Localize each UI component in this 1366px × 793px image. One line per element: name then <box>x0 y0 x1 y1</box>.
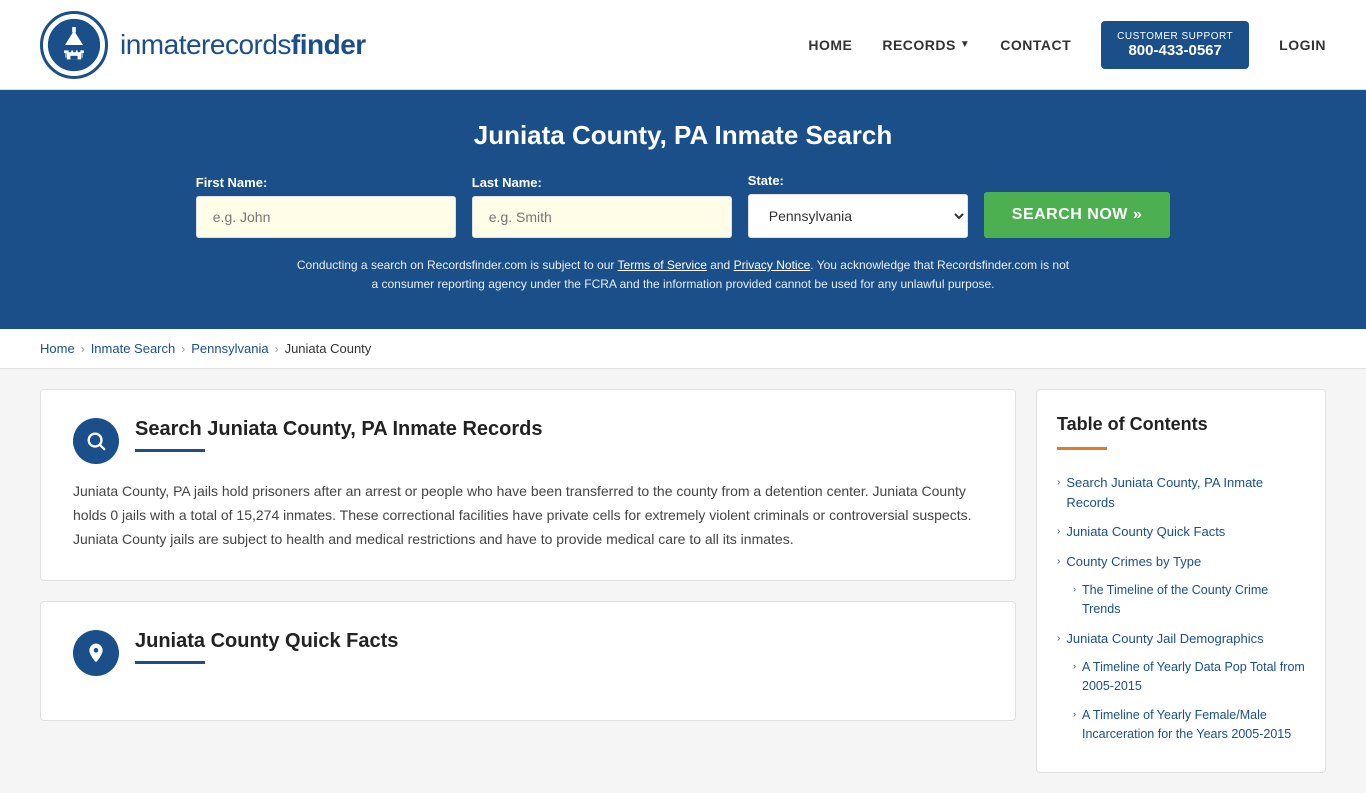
toc-item-6: › A Timeline of Yearly Female/Male Incarc… <box>1057 701 1305 749</box>
customer-support-phone: 800-433-0567 <box>1128 42 1221 59</box>
privacy-notice-link[interactable]: Privacy Notice <box>734 258 811 272</box>
toc-underline <box>1057 447 1107 450</box>
toc-item-3: › The Timeline of the County Crime Trends <box>1057 576 1305 624</box>
logo-area: inmaterecordsfinder <box>40 11 366 79</box>
toc-item-label-4: Juniata County Jail Demographics <box>1066 629 1263 649</box>
toc-link-3[interactable]: › The Timeline of the County Crime Trends <box>1073 581 1305 619</box>
sidebar: Table of Contents › Search Juniata County… <box>1036 389 1326 773</box>
nav-home[interactable]: HOME <box>808 37 852 53</box>
quick-facts-icon <box>73 630 119 676</box>
toc-item-label-6: A Timeline of Yearly Female/Male Incarce… <box>1082 706 1305 744</box>
state-group: State: PennsylvaniaAlabamaAlaskaArizonaA… <box>748 173 968 238</box>
search-section-body: Juniata County, PA jails hold prisoners … <box>73 480 983 551</box>
page-title: Juniata County, PA Inmate Search <box>40 120 1326 151</box>
terms-of-service-link[interactable]: Terms of Service <box>618 258 707 272</box>
toc-link-0[interactable]: › Search Juniata County, PA Inmate Record… <box>1057 473 1305 512</box>
quick-facts-header: Juniata County Quick Facts <box>73 630 983 676</box>
toc-chevron-icon-3: › <box>1073 583 1076 597</box>
toc-link-2[interactable]: › County Crimes by Type <box>1057 552 1305 572</box>
breadcrumb: Home › Inmate Search › Pennsylvania › Ju… <box>0 329 1366 369</box>
last-name-label: Last Name: <box>472 175 732 190</box>
nav-records[interactable]: RECORDS ▼ <box>882 37 970 53</box>
breadcrumb-inmate-search[interactable]: Inmate Search <box>91 341 176 356</box>
nav-contact[interactable]: CONTACT <box>1000 37 1071 53</box>
breadcrumb-sep-1: › <box>81 342 85 356</box>
toc-link-6[interactable]: › A Timeline of Yearly Female/Male Incarc… <box>1073 706 1305 744</box>
quick-facts-title-group: Juniata County Quick Facts <box>135 630 398 664</box>
quick-facts-title: Juniata County Quick Facts <box>135 630 398 653</box>
toc-chevron-icon-1: › <box>1057 524 1060 539</box>
quick-facts-underline <box>135 661 205 664</box>
toc-item-4: › Juniata County Jail Demographics <box>1057 624 1305 654</box>
toc-item-5: › A Timeline of Yearly Data Pop Total fro… <box>1057 653 1305 701</box>
customer-support-label: CUSTOMER SUPPORT <box>1117 31 1233 42</box>
breadcrumb-pennsylvania[interactable]: Pennsylvania <box>191 341 268 356</box>
main-content: Search Juniata County, PA Inmate Records… <box>0 369 1366 793</box>
toc-chevron-icon-6: › <box>1073 708 1076 722</box>
search-form: First Name: Last Name: State: Pennsylvan… <box>40 173 1326 238</box>
search-section-header: Search Juniata County, PA Inmate Records <box>73 418 983 464</box>
breadcrumb-home[interactable]: Home <box>40 341 75 356</box>
toc-item-0: › Search Juniata County, PA Inmate Record… <box>1057 468 1305 517</box>
login-button[interactable]: LOGIN <box>1279 37 1326 53</box>
last-name-input[interactable] <box>472 196 732 238</box>
toc-list: › Search Juniata County, PA Inmate Record… <box>1057 468 1305 748</box>
breadcrumb-current: Juniata County <box>285 341 372 356</box>
state-label: State: <box>748 173 968 188</box>
toc-item-1: › Juniata County Quick Facts <box>1057 517 1305 547</box>
toc-item-2: › County Crimes by Type <box>1057 547 1305 577</box>
toc-link-1[interactable]: › Juniata County Quick Facts <box>1057 522 1305 542</box>
toc-link-5[interactable]: › A Timeline of Yearly Data Pop Total fro… <box>1073 658 1305 696</box>
hero-section: Juniata County, PA Inmate Search First N… <box>0 90 1366 329</box>
last-name-group: Last Name: <box>472 175 732 238</box>
toc-item-label-1: Juniata County Quick Facts <box>1066 522 1225 542</box>
search-section-underline <box>135 449 205 452</box>
toc-chevron-icon-4: › <box>1057 631 1060 646</box>
breadcrumb-sep-2: › <box>181 342 185 356</box>
breadcrumb-sep-3: › <box>275 342 279 356</box>
logo-text: inmaterecordsfinder <box>120 29 366 61</box>
toc-card: Table of Contents › Search Juniata County… <box>1036 389 1326 773</box>
search-button[interactable]: SEARCH NOW » <box>984 192 1170 238</box>
toc-link-4[interactable]: › Juniata County Jail Demographics <box>1057 629 1305 649</box>
toc-item-label-3: The Timeline of the County Crime Trends <box>1082 581 1305 619</box>
toc-title: Table of Contents <box>1057 414 1305 435</box>
site-header: inmaterecordsfinder HOME RECORDS ▼ CONTA… <box>0 0 1366 90</box>
toc-chevron-icon-0: › <box>1057 475 1060 490</box>
toc-chevron-icon-5: › <box>1073 660 1076 674</box>
logo-icon <box>40 11 108 79</box>
toc-item-label-0: Search Juniata County, PA Inmate Records <box>1066 473 1305 512</box>
first-name-label: First Name: <box>196 175 456 190</box>
search-records-card: Search Juniata County, PA Inmate Records… <box>40 389 1016 580</box>
main-nav: HOME RECORDS ▼ CONTACT CUSTOMER SUPPORT … <box>808 21 1326 69</box>
toc-chevron-icon-2: › <box>1057 554 1060 569</box>
search-section-title-group: Search Juniata County, PA Inmate Records <box>135 418 543 452</box>
search-section-icon <box>73 418 119 464</box>
toc-item-label-5: A Timeline of Yearly Data Pop Total from… <box>1082 658 1305 696</box>
toc-item-label-2: County Crimes by Type <box>1066 552 1201 572</box>
records-chevron-icon: ▼ <box>960 39 970 50</box>
search-section-title: Search Juniata County, PA Inmate Records <box>135 418 543 441</box>
first-name-group: First Name: <box>196 175 456 238</box>
first-name-input[interactable] <box>196 196 456 238</box>
quick-facts-card: Juniata County Quick Facts <box>40 601 1016 721</box>
state-select[interactable]: PennsylvaniaAlabamaAlaskaArizonaArkansas… <box>748 194 968 238</box>
hero-disclaimer: Conducting a search on Recordsfinder.com… <box>293 256 1073 294</box>
customer-support-button[interactable]: CUSTOMER SUPPORT 800-433-0567 <box>1101 21 1249 69</box>
content-area: Search Juniata County, PA Inmate Records… <box>40 389 1016 773</box>
